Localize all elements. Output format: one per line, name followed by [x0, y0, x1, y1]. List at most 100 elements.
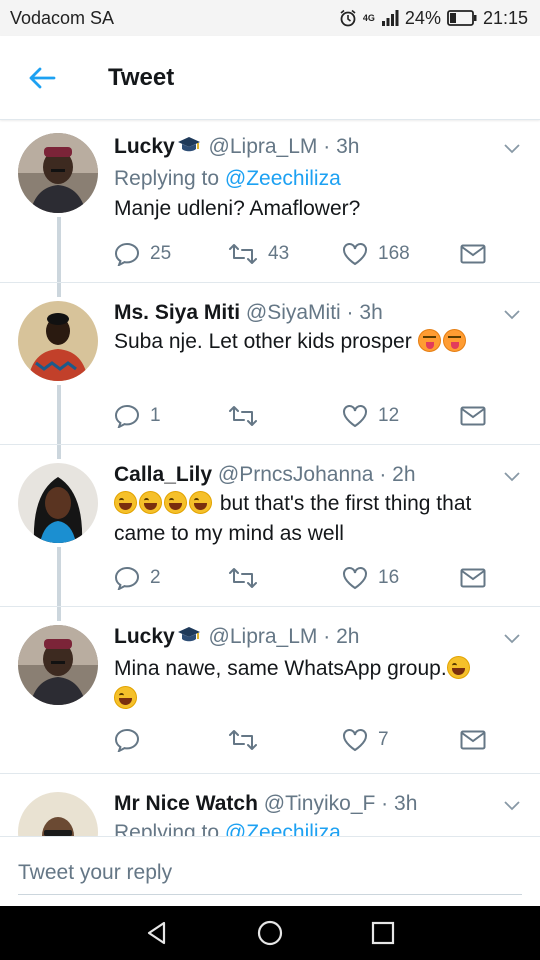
laughing-emoji-icon — [139, 491, 162, 514]
author-name[interactable]: Calla_Lily — [114, 463, 212, 486]
retweet-button[interactable]: 43 — [228, 243, 342, 265]
like-button[interactable]: 7 — [342, 728, 456, 752]
retweet-button[interactable] — [228, 405, 342, 427]
tweet-item[interactable]: Calla_Lily @PrncsJohanna · 2h but that's… — [0, 445, 540, 607]
tweet-text: Mina nawe, same WhatsApp group. — [114, 654, 496, 714]
tweet-actions: 25 43 168 — [114, 239, 486, 269]
author-handle[interactable]: @PrncsJohanna — [218, 463, 374, 486]
retweet-button[interactable] — [228, 729, 342, 751]
tweet-text: Suba nje. Let other kids prosper — [114, 327, 496, 357]
like-icon — [343, 243, 367, 266]
author-handle[interactable]: @SiyaMiti — [246, 301, 341, 324]
avatar[interactable] — [18, 301, 98, 381]
avatar[interactable] — [18, 133, 98, 213]
avatar[interactable] — [18, 792, 98, 836]
tweet-feed[interactable]: Lucky @Lipra_LM · 3h Replying to @Zeechi… — [0, 121, 540, 836]
tweet-menu-button[interactable] — [500, 465, 524, 489]
tweet-header: Lucky @Lipra_LM · 2h — [114, 623, 496, 654]
like-count: 12 — [378, 405, 400, 426]
tweet-item[interactable]: Lucky @Lipra_LM · 3h Replying to @Zeechi… — [0, 121, 540, 283]
author-name[interactable]: Lucky — [114, 135, 175, 158]
nav-back-button[interactable] — [137, 913, 177, 953]
tweet-menu-button[interactable] — [500, 303, 524, 327]
nav-recents-icon — [372, 921, 395, 945]
author-handle[interactable]: @Lipra_LM — [209, 135, 318, 158]
direct-message-icon — [460, 244, 486, 264]
like-button[interactable]: 16 — [342, 566, 456, 590]
reply-count: 25 — [150, 243, 172, 264]
tweet-time: 3h — [336, 135, 360, 158]
avatar[interactable] — [18, 463, 98, 543]
tweet-text: but that's the first thing that came to … — [114, 491, 472, 545]
tweet-menu-button[interactable] — [500, 137, 524, 161]
tweet-actions: 2 16 — [114, 563, 486, 593]
nav-recents-button[interactable] — [363, 913, 403, 953]
reply-button[interactable] — [114, 728, 228, 752]
battery-percent: 24% — [404, 7, 441, 28]
direct-message-icon — [460, 406, 486, 426]
like-icon — [343, 405, 367, 428]
like-count: 7 — [378, 729, 389, 750]
thread-line — [57, 607, 61, 621]
mention-link[interactable]: @Zeechiliza — [225, 821, 341, 836]
reply-button[interactable]: 25 — [114, 242, 228, 266]
tweet-header: Calla_Lily @PrncsJohanna · 2h — [114, 463, 416, 486]
direct-message-icon — [460, 730, 486, 750]
direct-message-button[interactable] — [460, 406, 486, 426]
laughing-emoji-icon — [164, 491, 187, 514]
tweet-header: Ms. Siya Miti @SiyaMiti · 3h — [114, 301, 383, 324]
tongue-emoji-icon — [417, 329, 441, 352]
reply-input[interactable] — [18, 851, 522, 895]
direct-message-button[interactable] — [460, 730, 486, 750]
nav-back-icon — [147, 921, 165, 945]
like-button[interactable]: 168 — [342, 242, 456, 266]
reply-icon — [114, 566, 140, 590]
tweet-item[interactable]: Ms. Siya Miti @SiyaMiti · 3h Suba nje. L… — [0, 283, 540, 445]
status-bar: Vodacom SA 4G 24% 21:15 — [0, 0, 540, 36]
reply-icon — [114, 404, 140, 428]
avatar[interactable] — [18, 625, 98, 705]
reply-count: 1 — [150, 405, 161, 426]
clock: 21:15 — [482, 7, 528, 28]
network-type: 4G — [362, 13, 375, 23]
mention-link[interactable]: @Zeechiliza — [225, 167, 341, 190]
tweet-item[interactable]: Mr Nice Watch @Tinyiko_F · 3h Replying t… — [0, 774, 540, 836]
tweet-time: 2h — [392, 463, 416, 486]
retweet-button[interactable] — [228, 567, 342, 589]
like-icon — [343, 729, 367, 752]
direct-message-button[interactable] — [460, 244, 486, 264]
back-arrow-icon — [29, 67, 56, 88]
retweet-icon — [229, 406, 257, 426]
author-handle[interactable]: @Lipra_LM — [209, 625, 318, 648]
reply-button[interactable]: 1 — [114, 404, 228, 428]
tweet-menu-button[interactable] — [500, 794, 524, 818]
reply-button[interactable]: 2 — [114, 566, 228, 590]
thread-line — [57, 283, 61, 297]
nav-home-button[interactable] — [250, 913, 290, 953]
thread-line — [57, 445, 61, 459]
system-nav-bar — [0, 906, 540, 960]
retweet-icon — [229, 568, 257, 588]
author-name[interactable]: Mr Nice Watch — [114, 792, 258, 815]
tweet-menu-button[interactable] — [500, 627, 524, 651]
like-icon — [343, 567, 367, 590]
chevron-down-icon — [504, 144, 520, 154]
back-button[interactable] — [0, 36, 84, 120]
tweet-time: 3h — [394, 792, 418, 815]
graduation-cap-icon — [177, 134, 201, 164]
battery-icon — [447, 10, 477, 26]
direct-message-button[interactable] — [460, 568, 486, 588]
thread-line — [57, 547, 61, 607]
laughing-emoji-icon — [446, 656, 470, 679]
reply-bar — [0, 836, 540, 906]
author-name[interactable]: Ms. Siya Miti — [114, 301, 240, 324]
tweet-header: Lucky @Lipra_LM · 3h — [114, 133, 496, 164]
author-name[interactable]: Lucky — [114, 625, 175, 648]
like-count: 16 — [378, 567, 400, 588]
author-handle[interactable]: @Tinyiko_F — [264, 792, 376, 815]
carrier-label: Vodacom SA — [10, 7, 115, 28]
chevron-down-icon — [504, 310, 520, 320]
like-button[interactable]: 12 — [342, 404, 456, 428]
tweet-item[interactable]: Lucky @Lipra_LM · 2h Mina nawe, same Wha… — [0, 607, 540, 774]
signal-icon — [381, 10, 399, 26]
